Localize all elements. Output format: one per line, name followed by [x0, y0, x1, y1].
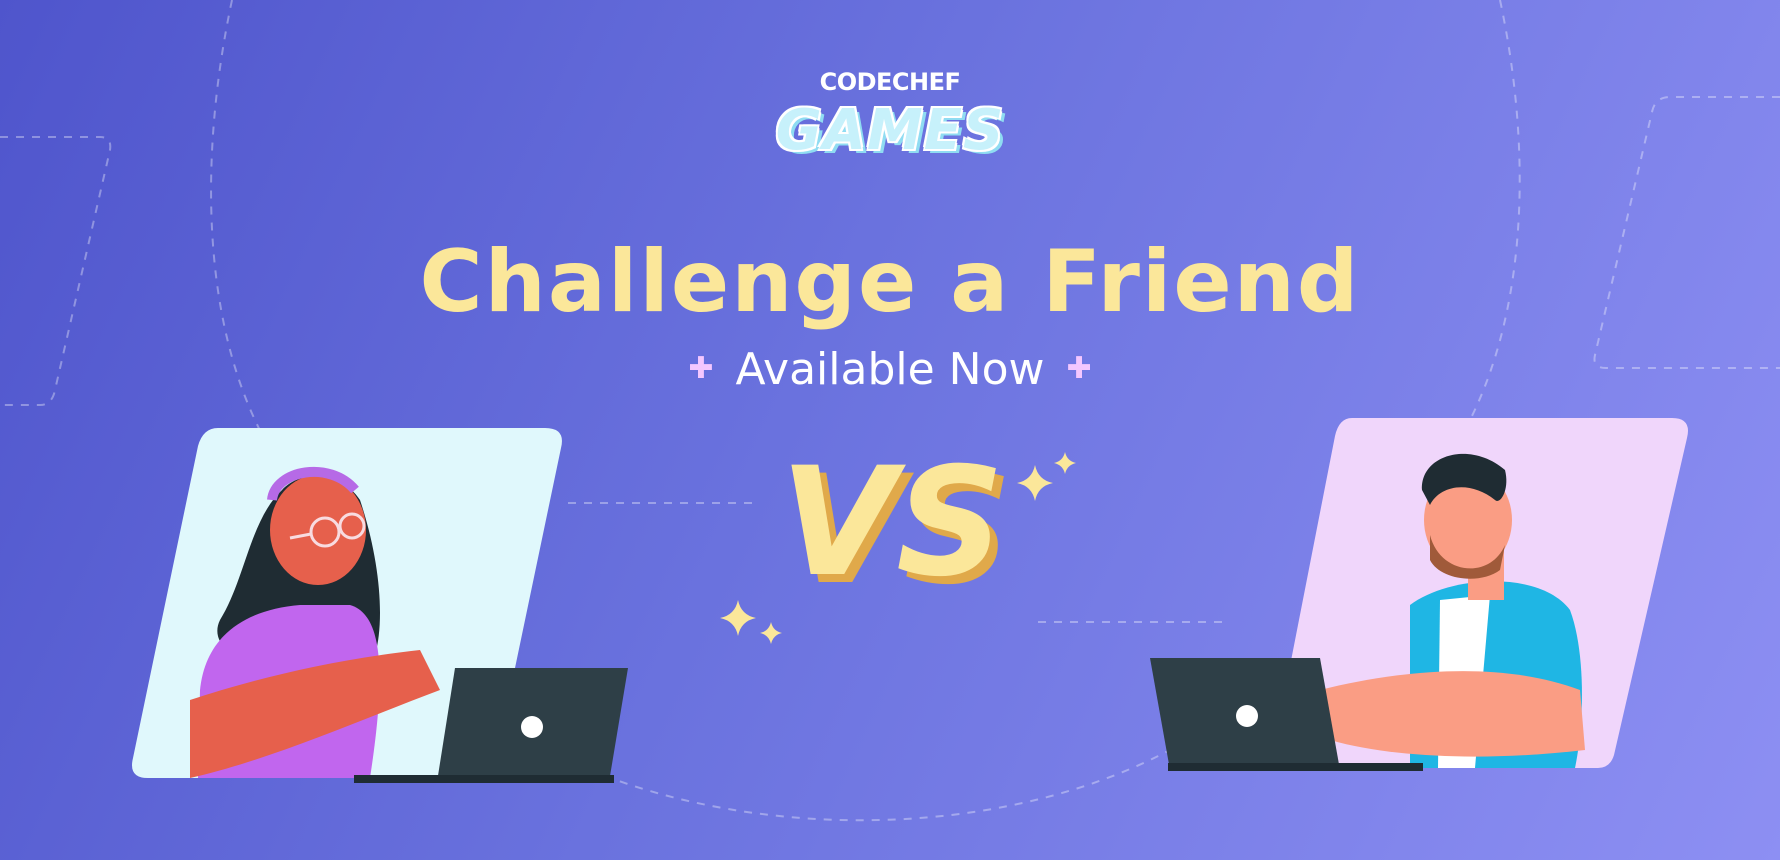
sparkle-icon — [1017, 465, 1053, 501]
promo-banner: CODECHEF GAMES Challenge a Friend ✚ Avail… — [0, 0, 1780, 860]
vs-badge: VS VS — [780, 436, 1012, 618]
vs-text: VS — [780, 436, 1004, 610]
sparkles — [720, 452, 1076, 644]
sparkle-icon — [720, 600, 756, 636]
sparkle-icon — [1054, 452, 1076, 474]
